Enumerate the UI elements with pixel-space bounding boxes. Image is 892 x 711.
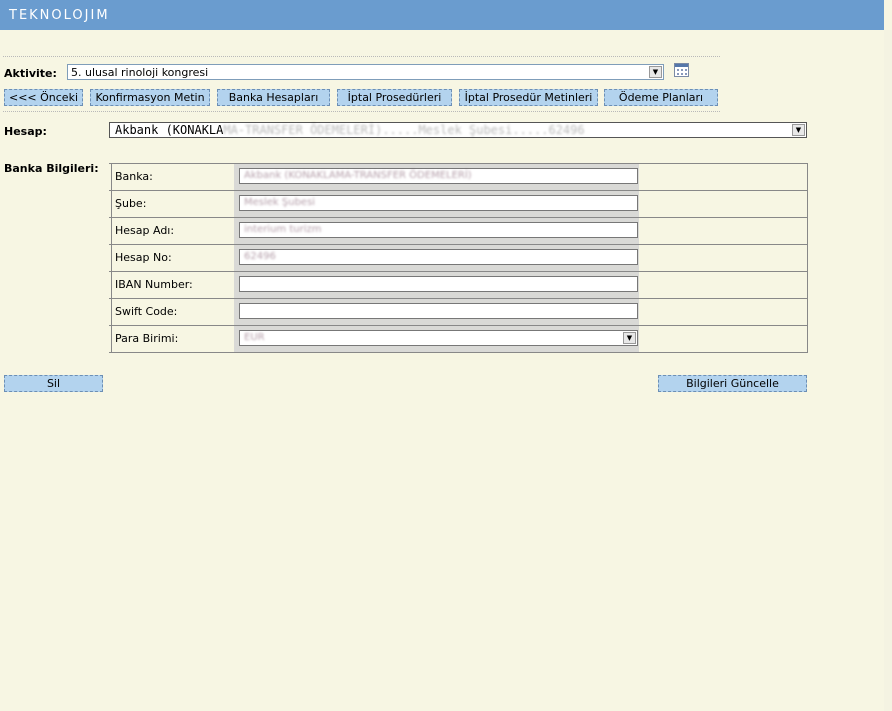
account-name-label: Hesap Adı: <box>111 218 233 244</box>
cancel-procedure-texts-button[interactable]: İptal Prosedür Metinleri <box>459 89 598 106</box>
confirmation-text-button[interactable]: Konfirmasyon Metin <box>90 89 210 106</box>
table-row: Para Birimi: EUR ▼ <box>109 325 808 352</box>
table-row: Hesap No: 62496 <box>109 244 808 271</box>
iban-field[interactable] <box>239 276 638 292</box>
table-row: Hesap Adı: interium turizm <box>109 217 808 244</box>
delete-button[interactable]: Sil <box>4 375 103 392</box>
bank-accounts-button[interactable]: Banka Hesapları <box>217 89 330 106</box>
previous-button[interactable]: <<< Önceki <box>4 89 83 106</box>
page-edge <box>884 30 892 711</box>
activity-label: Aktivite: <box>4 67 57 80</box>
activity-select[interactable]: 5. ulusal rinoloji kongresi ▼ <box>67 64 664 80</box>
bank-info-table: Banka: Akbank (KONAKLAMA-TRANSFER ÖDEMEL… <box>109 163 808 353</box>
chevron-down-icon[interactable]: ▼ <box>792 124 805 136</box>
account-select[interactable]: Akbank (KONAKLAMA-TRANSFER ÖDEMELERİ)...… <box>109 122 807 138</box>
account-name-field[interactable]: interium turizm <box>239 222 638 238</box>
calendar-icon[interactable] <box>674 63 689 77</box>
app-logo: TEKNOLOJIM <box>9 8 110 23</box>
swift-field[interactable] <box>239 303 638 319</box>
chevron-down-icon[interactable]: ▼ <box>623 332 636 344</box>
update-info-button[interactable]: Bilgileri Güncelle <box>658 375 807 392</box>
table-row: Şube: Meslek Şubesi <box>109 190 808 217</box>
bank-field[interactable]: Akbank (KONAKLAMA-TRANSFER ÖDEMELERİ) <box>239 168 638 184</box>
cancel-procedures-button[interactable]: İptal Prosedürleri <box>337 89 452 106</box>
chevron-down-icon[interactable]: ▼ <box>649 66 662 78</box>
table-row: Swift Code: <box>109 298 808 325</box>
currency-label: Para Birimi: <box>111 326 233 352</box>
currency-select[interactable]: EUR ▼ <box>239 330 638 346</box>
table-row: IBAN Number: <box>109 271 808 298</box>
divider-bottom <box>3 111 720 112</box>
bank-label: Banka: <box>111 164 233 190</box>
account-number-label: Hesap No: <box>111 245 233 271</box>
activity-select-value: 5. ulusal rinoloji kongresi <box>71 66 209 79</box>
swift-label: Swift Code: <box>111 299 233 325</box>
divider-top <box>3 56 720 57</box>
app-header: TEKNOLOJIM <box>0 0 884 30</box>
account-label: Hesap: <box>4 125 47 138</box>
account-select-value: Akbank (KONAKLAMA-TRANSFER ÖDEMELERİ)...… <box>115 123 585 137</box>
iban-label: IBAN Number: <box>111 272 233 298</box>
table-row: Banka: Akbank (KONAKLAMA-TRANSFER ÖDEMEL… <box>109 163 808 190</box>
branch-label: Şube: <box>111 191 233 217</box>
account-number-field[interactable]: 62496 <box>239 249 638 265</box>
branch-field[interactable]: Meslek Şubesi <box>239 195 638 211</box>
bank-info-label: Banka Bilgileri: <box>4 162 99 175</box>
payment-plans-button[interactable]: Ödeme Planları <box>604 89 718 106</box>
